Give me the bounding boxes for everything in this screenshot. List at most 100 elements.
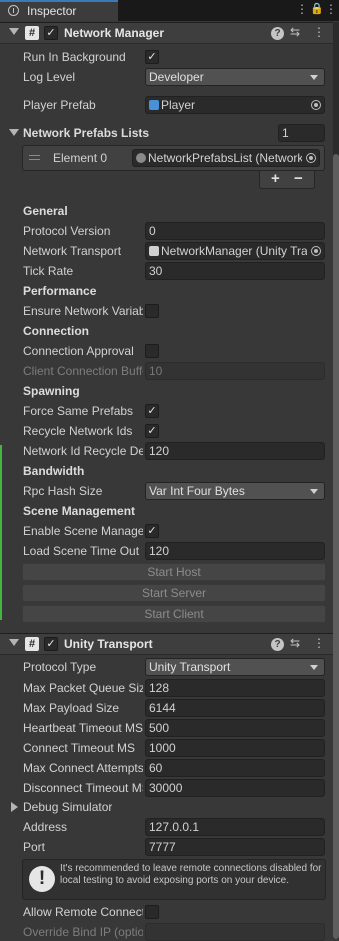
performance-header: Performance — [23, 284, 97, 298]
rpc-hash-size-value: Var Int Four Bytes — [149, 484, 245, 498]
object-picker-icon[interactable] — [306, 153, 316, 163]
heartbeat-timeout-field[interactable]: 500 — [145, 719, 325, 737]
network-transport-value: NetworkManager (Unity Transport) — [161, 244, 307, 258]
max-packet-queue-size-label: Max Packet Queue Size — [23, 681, 143, 695]
max-payload-size-label: Max Payload Size — [23, 701, 120, 715]
protocol-type-dropdown[interactable]: Unity Transport — [145, 658, 325, 676]
ensure-network-variable-checkbox[interactable] — [145, 304, 159, 318]
context-menu-icon[interactable]: ⋮ — [313, 25, 325, 39]
debug-simulator-label[interactable]: Debug Simulator — [23, 800, 112, 814]
prefab-lists-label: Network Prefabs Lists — [23, 126, 150, 140]
component-icon — [149, 246, 159, 256]
rpc-hash-size-dropdown[interactable]: Var Int Four Bytes — [145, 482, 325, 500]
drag-handle-icon[interactable] — [29, 155, 40, 160]
chevron-down-icon — [310, 489, 318, 494]
player-prefab-label: Player Prefab — [23, 98, 96, 112]
fold-arrow-icon[interactable] — [9, 639, 19, 646]
log-level-dropdown[interactable]: Developer — [145, 68, 325, 86]
prefab-lists-container: Element 0 NetworkPrefabsList (NetworkPre… — [22, 145, 325, 171]
connection-approval-label: Connection Approval — [23, 344, 134, 358]
element-0-field[interactable]: NetworkPrefabsList (NetworkPrefabsList) — [132, 149, 320, 167]
preset-icon[interactable]: ⇆ — [290, 25, 300, 39]
protocol-type-value: Unity Transport — [149, 660, 231, 674]
allow-remote-connections-label: Allow Remote Connections? — [23, 905, 143, 919]
exclamation-icon: ! — [29, 866, 55, 892]
connection-header: Connection — [23, 324, 89, 338]
ensure-network-variable-label: Ensure Network Variable Length Safety — [23, 304, 143, 318]
connect-timeout-field[interactable]: 1000 — [145, 739, 325, 757]
general-header: General — [23, 204, 68, 218]
recycle-network-ids-label: Recycle Network Ids — [23, 424, 133, 438]
unity-transport-header[interactable]: # ✓ Unity Transport ? ⇆ ⋮ — [0, 633, 333, 655]
client-connection-buffer-field: 10 — [145, 362, 325, 380]
connect-timeout-label: Connect Timeout MS — [23, 741, 136, 755]
override-bind-ip-label: Override Bind IP (optional) — [23, 925, 143, 939]
unity-transport-enabled-checkbox[interactable]: ✓ — [44, 637, 58, 651]
enable-scene-management-checkbox[interactable]: ✓ — [145, 524, 159, 538]
prefab-lists-fold-icon[interactable] — [9, 129, 19, 136]
network-transport-field[interactable]: NetworkManager (Unity Transport) — [145, 242, 325, 260]
component-title: Network Manager — [64, 26, 165, 40]
add-element-button[interactable]: + — [271, 170, 280, 187]
heartbeat-timeout-label: Heartbeat Timeout MS — [23, 721, 143, 735]
log-level-value: Developer — [149, 70, 204, 84]
address-field[interactable]: 127.0.0.1 — [145, 818, 325, 836]
more-vert-icon[interactable]: ⋮ — [296, 2, 308, 16]
max-connect-attempts-field[interactable]: 60 — [145, 759, 325, 777]
kebab-icon[interactable]: ⋮ — [325, 2, 337, 16]
scrollbar-thumb[interactable] — [333, 154, 339, 939]
info-message: It's recommended to leave remote connect… — [60, 863, 322, 886]
scene-management-header: Scene Management — [23, 504, 136, 518]
port-field[interactable]: 7777 — [145, 838, 325, 856]
network-id-recycle-delay-field[interactable]: 120 — [145, 442, 325, 460]
start-client-button[interactable]: Start Client — [22, 605, 326, 623]
allow-remote-connections-checkbox[interactable] — [145, 905, 159, 919]
enable-scene-management-label: Enable Scene Management — [23, 524, 143, 538]
log-level-label: Log Level — [23, 70, 76, 84]
chevron-down-icon — [310, 665, 318, 670]
object-picker-icon[interactable] — [311, 246, 321, 256]
component-title: Unity Transport — [64, 637, 153, 651]
lock-icon[interactable]: 🔒 — [310, 2, 324, 15]
preset-icon[interactable]: ⇆ — [290, 636, 300, 650]
tick-rate-label: Tick Rate — [23, 264, 74, 278]
start-server-button[interactable]: Start Server — [22, 584, 326, 602]
debug-simulator-fold-icon[interactable] — [11, 802, 18, 812]
tab-inspector[interactable]: Inspector — [0, 0, 118, 21]
protocol-version-field[interactable]: 0 — [145, 222, 325, 240]
prefab-lists-count[interactable]: 1 — [278, 124, 325, 142]
start-host-button[interactable]: Start Host — [22, 563, 326, 581]
max-connect-attempts-label: Max Connect Attempts — [23, 761, 143, 775]
protocol-type-label: Protocol Type — [23, 660, 97, 674]
recycle-network-ids-checkbox[interactable]: ✓ — [145, 424, 159, 438]
network-id-recycle-delay-label: Network Id Recycle Delay — [23, 444, 143, 458]
network-transport-label: Network Transport — [23, 244, 122, 258]
max-packet-queue-size-field[interactable]: 128 — [145, 679, 325, 697]
list-add-remove: + − — [259, 170, 315, 189]
play-mode-indicator — [0, 445, 2, 620]
network-manager-header[interactable]: # ✓ Network Manager ? ⇆ ⋮ — [0, 22, 333, 44]
connection-approval-checkbox[interactable] — [145, 344, 159, 358]
help-icon[interactable]: ? — [271, 638, 284, 651]
run-in-background-checkbox[interactable]: ✓ — [145, 50, 159, 64]
player-prefab-value: Player — [161, 98, 196, 112]
disconnect-timeout-field[interactable]: 30000 — [145, 779, 325, 797]
rpc-hash-size-label: Rpc Hash Size — [23, 484, 103, 498]
element-0-value: NetworkPrefabsList (NetworkPrefabsList) — [148, 151, 302, 165]
network-manager-enabled-checkbox[interactable]: ✓ — [44, 26, 58, 40]
max-payload-size-field[interactable]: 6144 — [145, 699, 325, 717]
scriptable-object-icon — [136, 153, 146, 163]
override-bind-ip-field — [145, 923, 325, 941]
player-prefab-field[interactable]: Player — [145, 96, 325, 114]
load-scene-timeout-field[interactable]: 120 — [145, 542, 325, 560]
remove-element-button[interactable]: − — [294, 170, 303, 187]
element-0-label: Element 0 — [53, 151, 108, 165]
load-scene-timeout-label: Load Scene Time Out — [23, 544, 140, 558]
force-same-prefabs-checkbox[interactable]: ✓ — [145, 404, 159, 418]
script-icon: # — [25, 26, 39, 40]
context-menu-icon[interactable]: ⋮ — [313, 636, 325, 650]
help-icon[interactable]: ? — [271, 27, 284, 40]
tick-rate-field[interactable]: 30 — [145, 262, 325, 280]
object-picker-icon[interactable] — [311, 100, 321, 110]
fold-arrow-icon[interactable] — [9, 28, 19, 35]
